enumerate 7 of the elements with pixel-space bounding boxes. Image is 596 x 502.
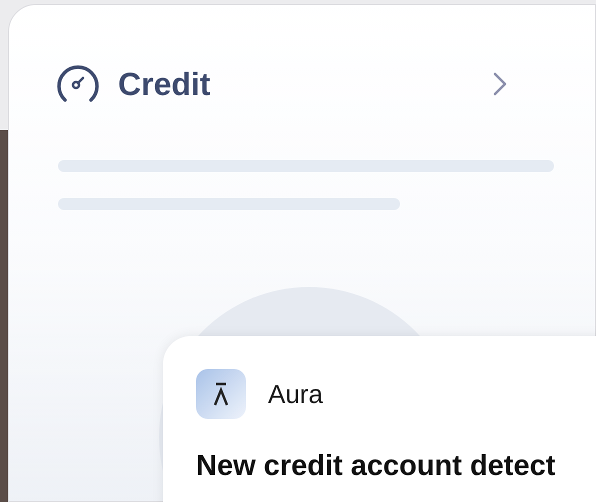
notification-card[interactable]: Aura New credit account detect <box>163 336 596 502</box>
notification-message: New credit account detect <box>196 449 556 484</box>
chevron-right-icon[interactable] <box>492 71 508 97</box>
credit-title: Credit <box>118 65 210 104</box>
app-logo-icon <box>196 369 246 419</box>
app-name: Aura <box>268 378 323 410</box>
gauge-icon <box>56 64 100 104</box>
